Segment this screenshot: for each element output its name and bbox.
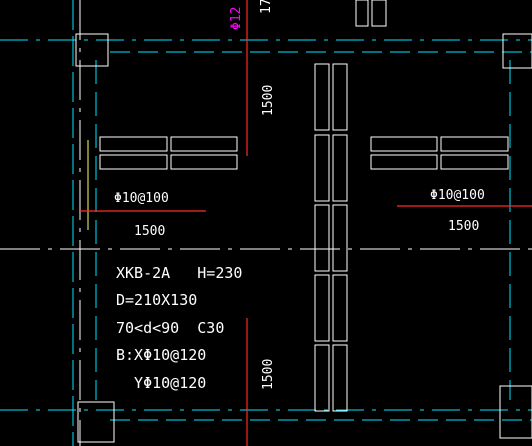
slab-note-line-4: B:XΦ10@120 (116, 346, 206, 364)
dim-bottom-vertical: 1500 (261, 359, 276, 390)
dim-top-vertical: 1500 (261, 85, 276, 116)
label-left-span: 1500 (134, 224, 165, 239)
label-right-span: 1500 (448, 219, 479, 234)
label-left-rebar: Φ10@100 (114, 191, 169, 206)
slab-note-line-1: XKB-2A H=230 (116, 264, 242, 282)
slab-note-line-2: D=210X130 (116, 291, 197, 309)
cad-drawing-canvas: 17 Φ12 1500 1500 Φ10@100 1500 Φ10@100 15… (0, 0, 532, 446)
label-top-partial: 17 (259, 0, 274, 14)
slab-note-line-3: 70<d<90 C30 (116, 319, 224, 337)
label-right-rebar: Φ10@100 (430, 188, 485, 203)
slab-note-line-5: YΦ10@120 (116, 374, 206, 392)
label-top-partial-magenta: Φ12 (229, 7, 244, 30)
